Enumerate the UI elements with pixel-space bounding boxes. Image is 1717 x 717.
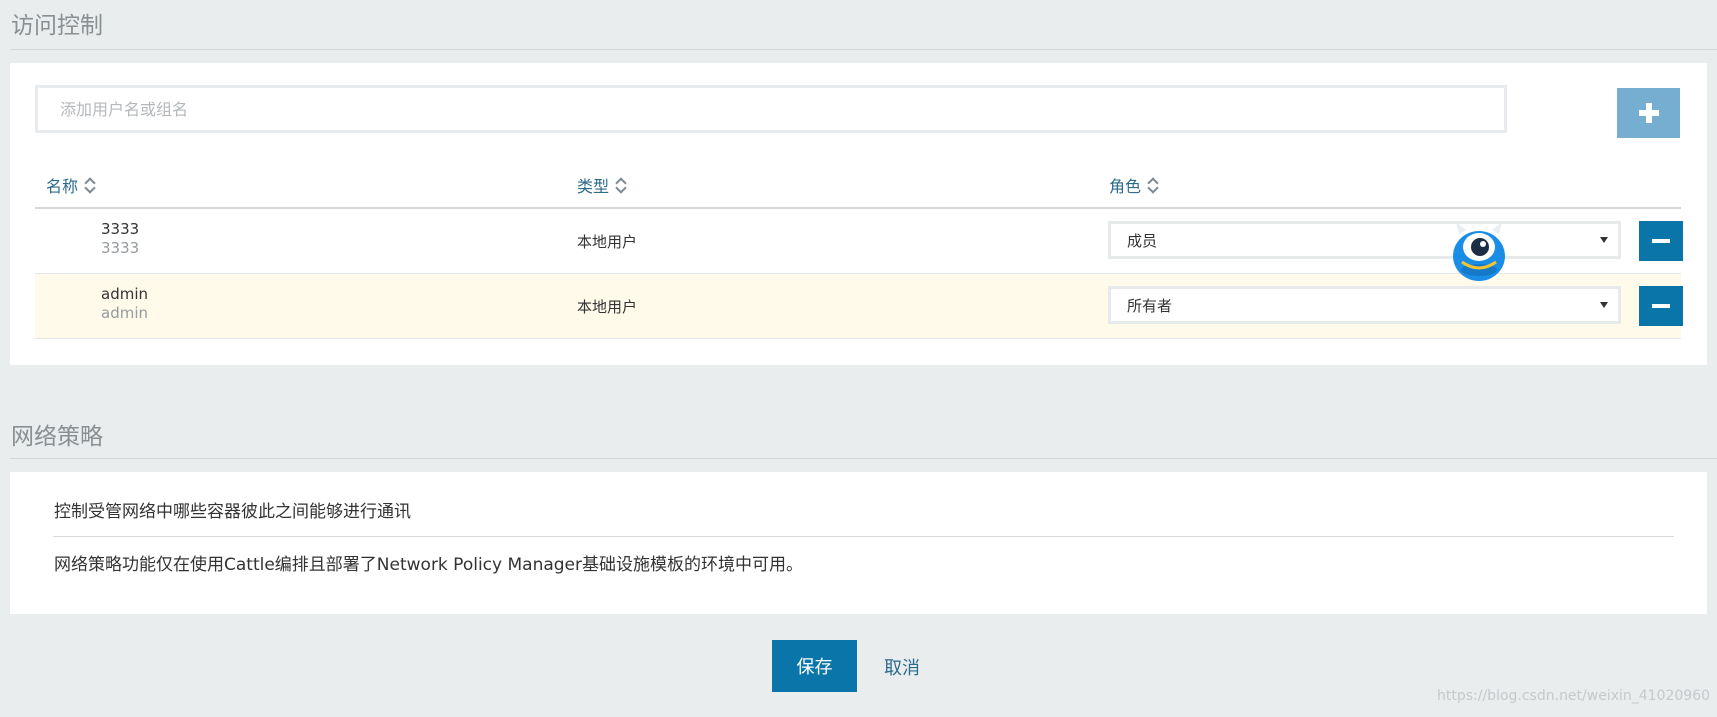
column-header-name-label: 名称 [46,177,79,196]
role-select[interactable]: 所有者 [1108,286,1621,324]
network-policy-panel: 控制受管网络中哪些容器彼此之间能够进行通讯 网络策略功能仅在使用Cattle编排… [10,472,1707,614]
column-header-role[interactable]: 角色 [1109,173,1157,197]
minus-icon [1652,304,1670,308]
table-row: admin admin 本地用户 所有者 [35,274,1683,339]
table-row: 3333 3333 本地用户 成员 [35,209,1683,274]
member-name: admin [101,285,148,303]
sort-icon [84,177,94,193]
access-control-title: 访问控制 [11,13,103,39]
sort-icon [615,177,625,193]
dropdown-caret-icon [1600,302,1608,308]
column-header-role-label: 角色 [1109,177,1142,196]
network-policy-title: 网络策略 [11,424,103,450]
watermark-text: https://blog.csdn.net/weixin_41020960 [1437,688,1711,704]
cancel-button[interactable]: 取消 [884,654,920,680]
member-id: 3333 [101,239,140,257]
dropdown-caret-icon [1600,237,1608,243]
section-divider [10,49,1717,50]
column-header-type[interactable]: 类型 [577,173,625,197]
section-divider [10,458,1717,459]
plus-icon [1638,103,1659,123]
minus-icon [1652,239,1670,243]
sort-icon [1147,177,1157,193]
member-id: admin [101,304,148,322]
role-select-value: 成员 [1127,231,1158,250]
add-member-button[interactable] [1617,88,1680,138]
column-header-name[interactable]: 名称 [46,173,94,197]
save-button[interactable]: 保存 [772,640,857,692]
network-policy-divider [53,536,1674,537]
member-type: 本地用户 [577,233,638,251]
remove-member-button[interactable] [1639,286,1683,326]
network-policy-note: 网络策略功能仅在使用Cattle编排且部署了Network Policy Man… [54,555,804,575]
role-select-value: 所有者 [1127,296,1173,315]
member-type: 本地用户 [577,298,638,316]
mascot-icon[interactable] [1450,222,1508,282]
access-control-panel: 名称 类型 角色 3333 3333 本地用户 成员 admin admin 本… [10,63,1707,365]
column-header-type-label: 类型 [577,177,610,196]
add-user-or-group-input[interactable] [35,85,1507,133]
member-name: 3333 [101,220,140,238]
role-select[interactable]: 成员 [1108,221,1621,259]
remove-member-button[interactable] [1639,221,1683,261]
network-policy-description: 控制受管网络中哪些容器彼此之间能够进行通讯 [54,502,411,522]
